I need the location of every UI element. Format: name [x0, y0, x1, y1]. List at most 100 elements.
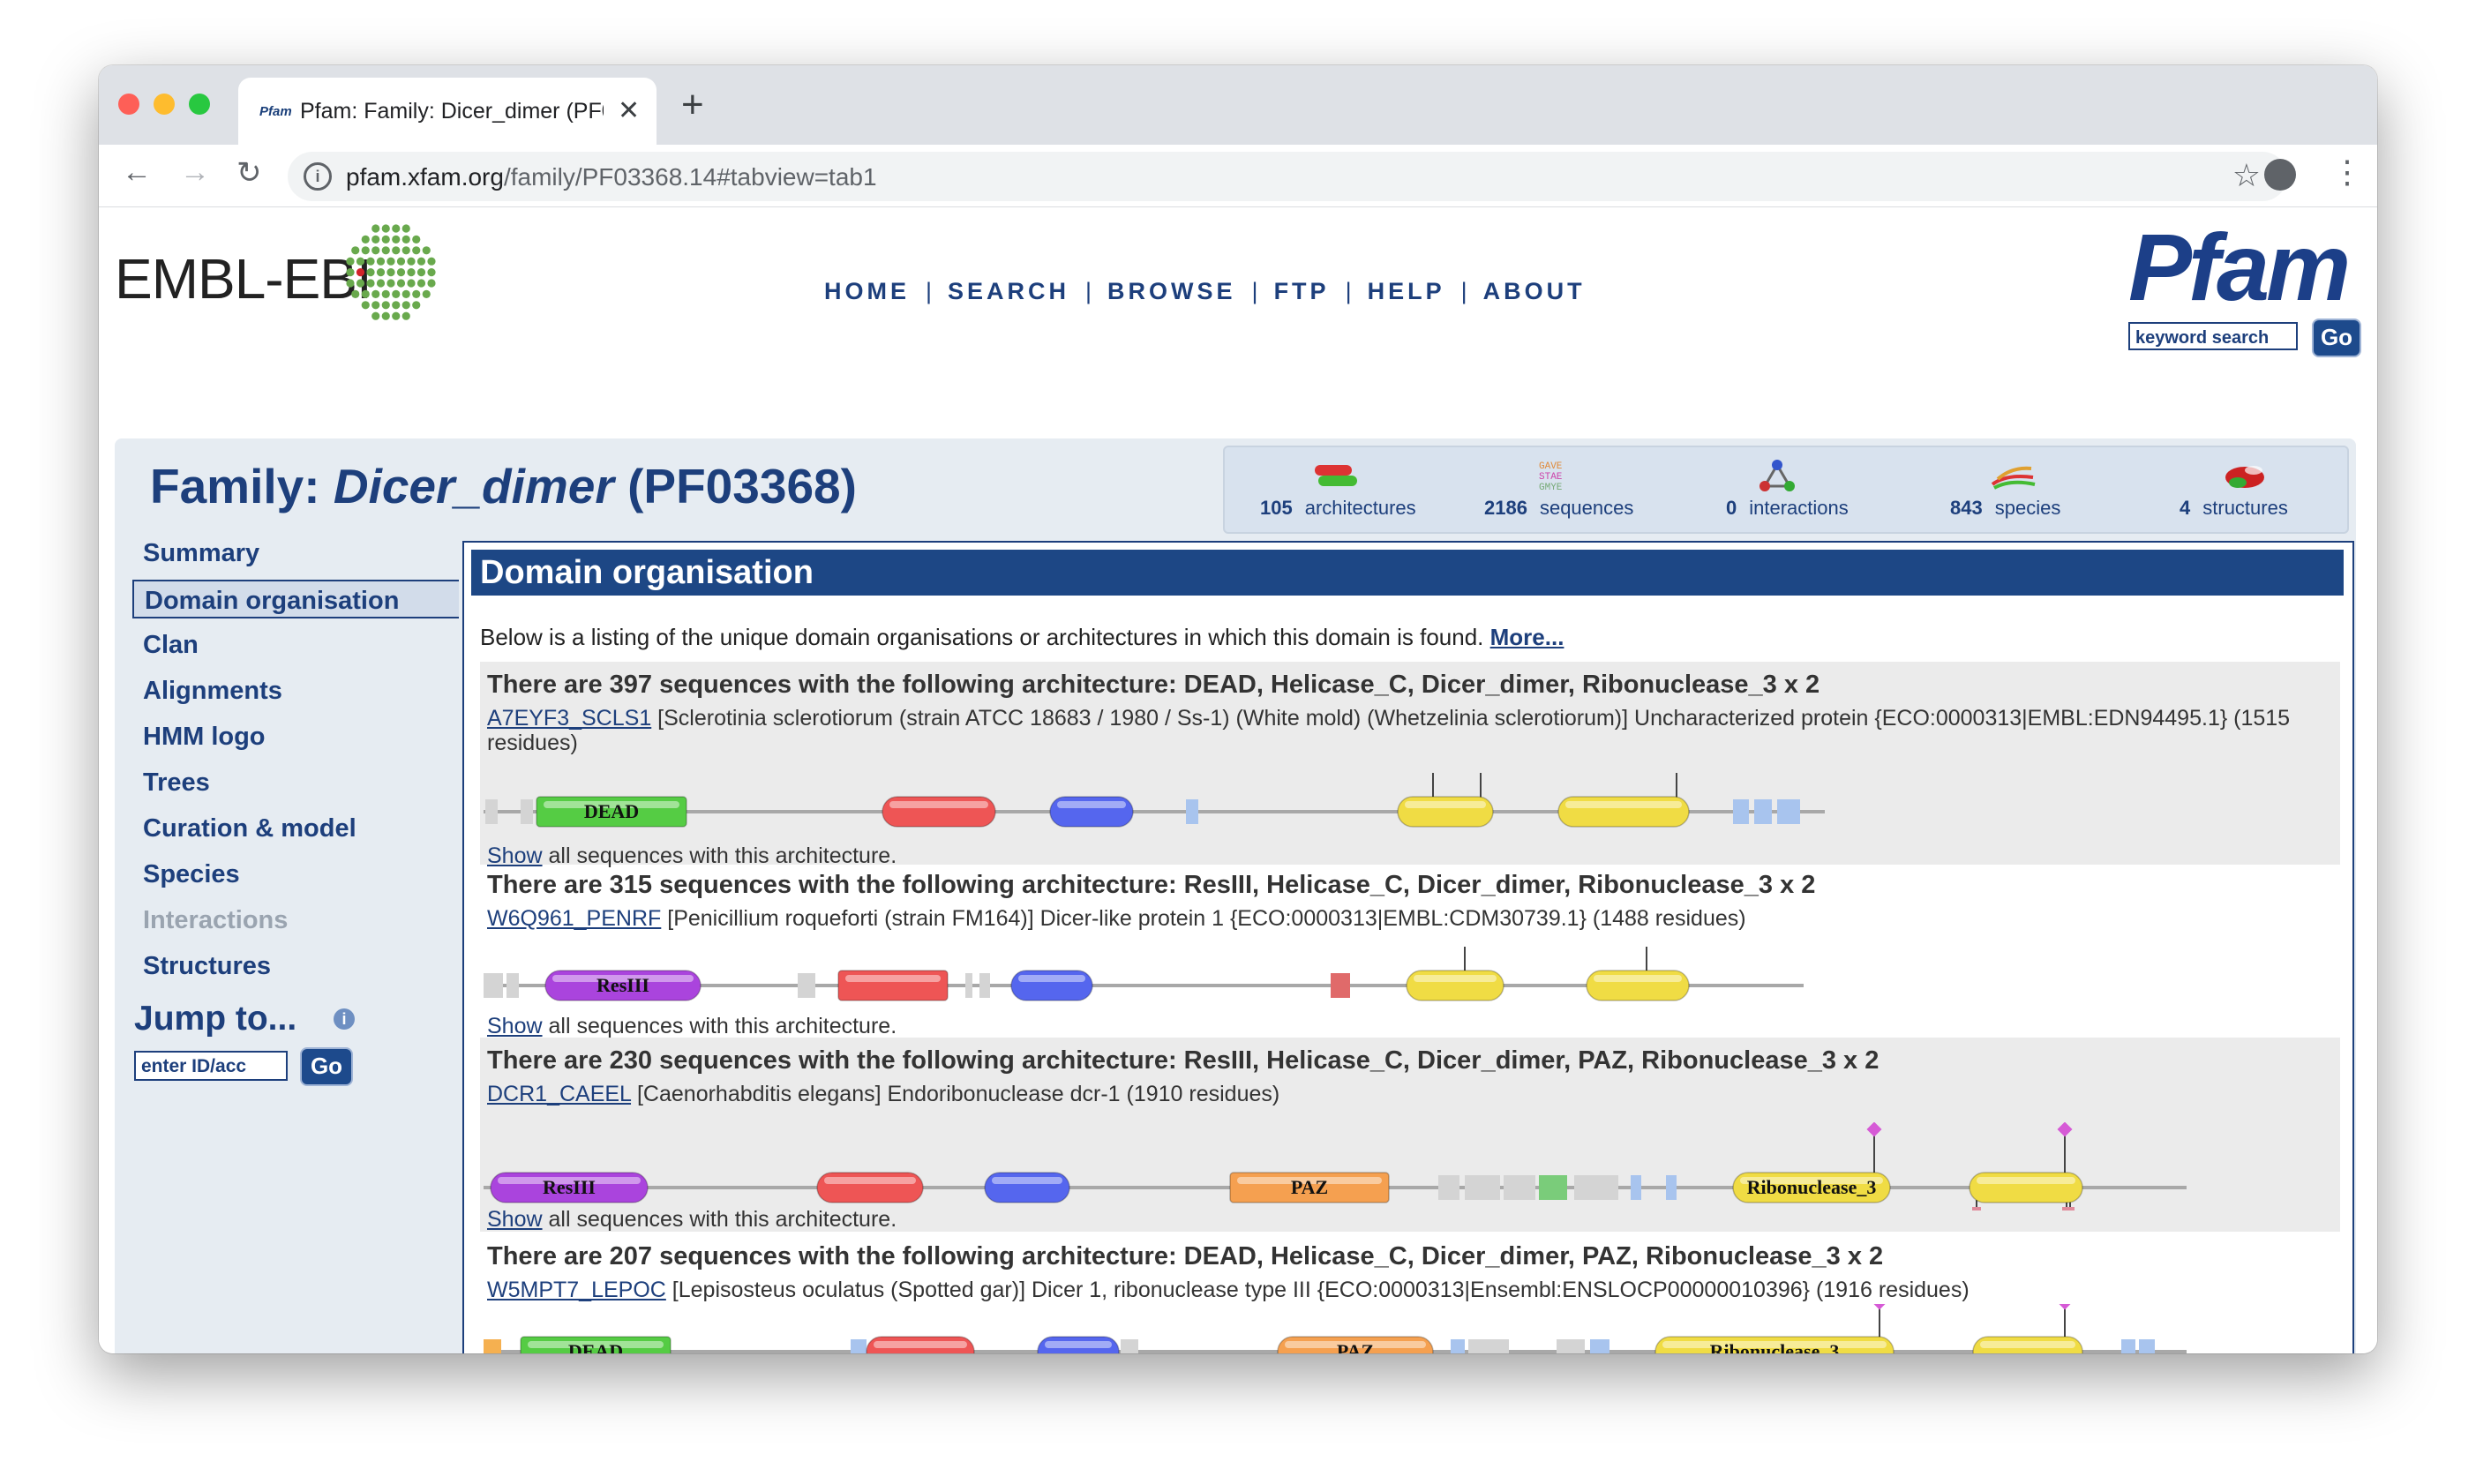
- domain-ribonuclease-3[interactable]: [1586, 970, 1690, 1001]
- motif-pin-head[interactable]: [1866, 1122, 1882, 1137]
- domain-dicer-dimer[interactable]: [1010, 970, 1093, 1001]
- region-block[interactable]: [1186, 799, 1198, 824]
- region-block[interactable]: [1666, 1175, 1677, 1200]
- sequence-id-link[interactable]: W5MPT7_LEPOC: [487, 1278, 666, 1302]
- motif-pin-head[interactable]: [2057, 1304, 2073, 1310]
- nav-home-link[interactable]: HOME: [824, 278, 910, 304]
- species-icon[interactable]: [1989, 458, 2038, 493]
- region-block[interactable]: [1331, 973, 1350, 998]
- sidebar-item-structures[interactable]: Structures: [132, 947, 459, 986]
- region-block[interactable]: [1574, 1175, 1618, 1200]
- show-link[interactable]: Show: [487, 1014, 543, 1038]
- sidebar-item-alignments[interactable]: Alignments: [132, 671, 459, 710]
- region-block[interactable]: [1631, 1175, 1641, 1200]
- menu-kebab-icon[interactable]: ⋮: [2331, 154, 2363, 191]
- region-block[interactable]: [484, 973, 503, 998]
- region-block[interactable]: [1451, 1339, 1465, 1353]
- sidebar-item-trees[interactable]: Trees: [132, 763, 459, 802]
- domain-graphic[interactable]: ResIII PAZ Ribonuclease_3: [480, 1122, 2333, 1210]
- domain-ribonuclease-3[interactable]: [1557, 796, 1690, 828]
- forward-arrow-icon[interactable]: →: [180, 155, 210, 190]
- jump-info-icon[interactable]: i: [334, 1008, 355, 1030]
- nav-help-link[interactable]: HELP: [1368, 278, 1445, 304]
- address-bar[interactable]: i pfam.xfam.org/family/PF03368.14#tabvie…: [288, 152, 2287, 201]
- architectures-stat[interactable]: 105 architectures: [1260, 497, 1416, 520]
- domain-dead[interactable]: DEAD: [520, 1336, 672, 1353]
- sidebar-item-clan[interactable]: Clan: [132, 626, 459, 664]
- sequence-id-link[interactable]: DCR1_CAEEL: [487, 1082, 631, 1106]
- domain-paz[interactable]: PAZ: [1229, 1172, 1390, 1203]
- interactions-icon[interactable]: [1752, 458, 1802, 493]
- motif-pin-head[interactable]: [1972, 1207, 1981, 1210]
- maximize-window-button[interactable]: [189, 94, 210, 115]
- domain-ribonuclease-3[interactable]: [1397, 796, 1494, 828]
- domain-ribonuclease-3[interactable]: [1969, 1172, 2083, 1203]
- domain-dicer-dimer[interactable]: [1037, 1336, 1120, 1353]
- sequence-id-link[interactable]: W6Q961_PENRF: [487, 906, 661, 931]
- nav-browse-link[interactable]: BROWSE: [1107, 278, 1236, 304]
- region-block[interactable]: [851, 1339, 867, 1353]
- sequences-icon[interactable]: GAVESTAEGMYE: [1537, 458, 1587, 493]
- sidebar-item-curation-model[interactable]: Curation & model: [132, 809, 459, 848]
- domain-dicer-dimer[interactable]: [1049, 796, 1134, 828]
- motif-pin-head[interactable]: [2057, 1122, 2073, 1137]
- account-icon[interactable]: [2264, 159, 2296, 191]
- region-block[interactable]: [485, 799, 498, 824]
- region-block[interactable]: [2121, 1339, 2135, 1353]
- structures-stat[interactable]: 4 structures: [2180, 497, 2288, 520]
- close-window-button[interactable]: [118, 94, 139, 115]
- domain-helicase-c[interactable]: [837, 970, 949, 1001]
- region-block[interactable]: [1465, 1175, 1500, 1200]
- nav-ftp-link[interactable]: FTP: [1274, 278, 1330, 304]
- jump-go-button[interactable]: Go: [300, 1047, 353, 1086]
- keyword-search-input[interactable]: keyword search: [2128, 322, 2298, 350]
- domain-resiii[interactable]: ResIII: [490, 1172, 649, 1203]
- domain-helicase-c[interactable]: [882, 796, 996, 828]
- region-block[interactable]: [1438, 1175, 1459, 1200]
- region-block[interactable]: [2139, 1339, 2155, 1353]
- region-block[interactable]: [1539, 1175, 1567, 1200]
- region-block[interactable]: [484, 1339, 501, 1353]
- new-tab-icon[interactable]: +: [681, 83, 704, 127]
- sidebar-item-hmm-logo[interactable]: HMM logo: [132, 717, 459, 756]
- motif-pin-head[interactable]: [2066, 1207, 2075, 1210]
- region-block[interactable]: [1733, 799, 1749, 824]
- region-block[interactable]: [1557, 1339, 1585, 1353]
- browser-tab[interactable]: Pfam Pfam: Family: Dicer_dimer (PF03 ✕: [238, 78, 657, 145]
- more-link[interactable]: More...: [1490, 624, 1564, 650]
- motif-pin-head[interactable]: [1872, 1304, 1887, 1310]
- region-block[interactable]: [1468, 1339, 1509, 1353]
- jump-to-input[interactable]: enter ID/acc: [134, 1051, 288, 1081]
- sequences-stat[interactable]: 2186 sequences: [1484, 497, 1633, 520]
- domain-graphic[interactable]: ResIII: [480, 947, 2333, 1008]
- embl-ebi-logo[interactable]: EMBL-EBI: [115, 246, 372, 311]
- region-block[interactable]: [979, 973, 990, 998]
- interactions-stat[interactable]: 0 interactions: [1726, 497, 1849, 520]
- domain-ribonuclease-3[interactable]: Ribonuclease_3: [1654, 1336, 1895, 1353]
- region-block[interactable]: [521, 799, 533, 824]
- region-block[interactable]: [1504, 1175, 1535, 1200]
- reload-icon[interactable]: ↻: [236, 155, 262, 191]
- domain-graphic[interactable]: DEAD PAZ Ribonuclease_3: [480, 1304, 2333, 1353]
- domain-helicase-c[interactable]: [816, 1172, 924, 1203]
- region-block[interactable]: [1590, 1339, 1609, 1353]
- sidebar-item-species[interactable]: Species: [132, 855, 459, 894]
- region-block[interactable]: [965, 973, 972, 998]
- domain-ribonuclease-3[interactable]: [1972, 1336, 2083, 1353]
- region-block[interactable]: [506, 973, 519, 998]
- region-block[interactable]: [1777, 799, 1800, 824]
- species-stat[interactable]: 843 species: [1950, 497, 2060, 520]
- domain-graphic[interactable]: DEAD: [480, 773, 2333, 835]
- back-arrow-icon[interactable]: ←: [122, 155, 152, 190]
- region-block[interactable]: [1121, 1339, 1138, 1353]
- domain-paz[interactable]: PAZ: [1277, 1336, 1434, 1353]
- domain-helicase-c[interactable]: [866, 1336, 975, 1353]
- pfam-logo[interactable]: Pfam: [2128, 220, 2351, 315]
- nav-about-link[interactable]: ABOUT: [1483, 278, 1586, 304]
- sequence-id-link[interactable]: A7EYF3_SCLS1: [487, 706, 651, 731]
- domain-dead[interactable]: DEAD: [536, 796, 687, 828]
- show-link[interactable]: Show: [487, 1207, 543, 1232]
- structures-icon[interactable]: [2220, 458, 2270, 493]
- domain-ribonuclease-3[interactable]: [1406, 970, 1504, 1001]
- bookmark-star-icon[interactable]: ☆: [2232, 157, 2261, 194]
